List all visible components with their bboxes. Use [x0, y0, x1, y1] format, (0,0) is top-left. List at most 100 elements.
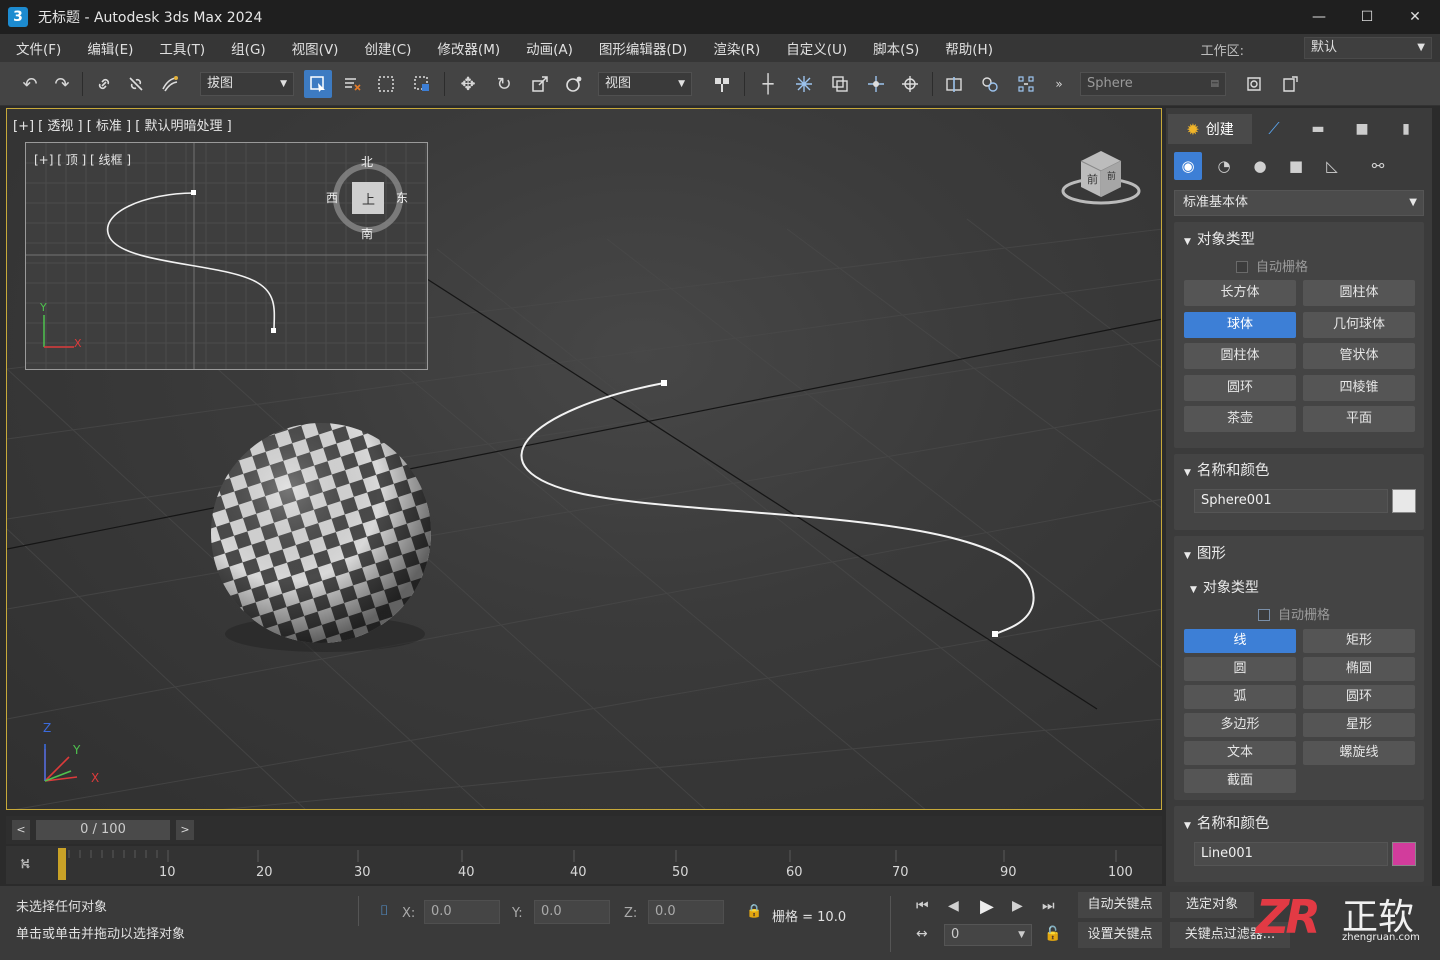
select-object-icon[interactable] [304, 70, 332, 98]
previous-frame-icon[interactable]: ◀ [948, 898, 959, 914]
helpers-icon[interactable]: ◺ [1318, 152, 1346, 180]
section-button[interactable]: 截面 [1184, 769, 1296, 793]
tab-create[interactable]: ✹ 创建 [1168, 114, 1252, 144]
window-crossing-icon[interactable] [408, 70, 436, 98]
line-name-input[interactable]: Line001 [1194, 842, 1388, 866]
helix-button[interactable]: 螺旋线 [1303, 741, 1415, 765]
object-color-swatch[interactable] [1392, 489, 1416, 513]
cameras-icon[interactable]: ■ [1282, 152, 1310, 180]
curve-editor-icon[interactable]: ⛕ [20, 856, 30, 874]
select-by-name-icon[interactable] [338, 70, 366, 98]
scale-icon[interactable] [526, 70, 554, 98]
inset-viewport-label[interactable]: [+] [ 顶 ] [ 线框 ] [34, 151, 131, 168]
tab-modify[interactable]: ⟋ [1252, 114, 1296, 144]
go-to-end-icon[interactable]: ⏭ [1042, 898, 1055, 914]
top-viewport-inset[interactable]: [+] [ 顶 ] [ 线框 ] 北 南 西 东 上 Y X [25, 142, 428, 370]
name-color-title[interactable]: ▼ 名称和颜色 [1184, 459, 1269, 480]
render-setup-icon[interactable] [1240, 70, 1268, 98]
set-key-button[interactable]: 设置关键点 [1078, 922, 1162, 948]
go-to-start-icon[interactable]: ⏮ [916, 898, 929, 914]
x-coord-input[interactable]: 0.0 [424, 900, 500, 924]
angle-snap-icon[interactable] [826, 70, 854, 98]
arc-button[interactable]: 弧 [1184, 685, 1296, 709]
viewcube[interactable]: 前 前 [1059, 147, 1143, 213]
menu-views[interactable]: 视图(V) [279, 38, 352, 58]
cone-button[interactable]: 圆柱体 [1303, 280, 1415, 306]
teapot-button[interactable]: 茶壶 [1184, 406, 1296, 432]
link-icon[interactable] [90, 70, 118, 98]
spinner-snap-icon[interactable] [896, 70, 924, 98]
menu-rendering[interactable]: 渲染(R) [700, 38, 773, 58]
menu-graph-editors[interactable]: 图形编辑器(D) [586, 38, 700, 58]
perspective-viewport[interactable]: Z Y X [+] [ 透视 ] [ 标准 ] [ 默认明暗处理 ] 前 前 [… [6, 108, 1162, 810]
menu-file[interactable]: 文件(F) [3, 38, 74, 58]
shapes-icon[interactable]: ◔ [1210, 152, 1238, 180]
redo-icon[interactable]: ↷ [48, 70, 76, 98]
menu-tools[interactable]: 工具(T) [146, 38, 218, 58]
torus-button[interactable]: 圆环 [1184, 375, 1296, 401]
geometry-icon[interactable]: ◉ [1174, 152, 1202, 180]
bind-spacewarp-icon[interactable] [156, 70, 184, 98]
unlink-icon[interactable] [122, 70, 150, 98]
y-coord-input[interactable]: 0.0 [534, 900, 610, 924]
reference-coord-dropdown[interactable]: 视图 ▼ [598, 72, 692, 96]
tab-hierarchy[interactable]: ▬ [1296, 114, 1340, 144]
move-icon[interactable]: ✥ [454, 70, 482, 98]
viewport-label[interactable]: [+] [ 透视 ] [ 标准 ] [ 默认明暗处理 ] [13, 115, 232, 134]
menu-animation[interactable]: 动画(A) [513, 38, 586, 58]
percent-snap-icon[interactable] [862, 70, 890, 98]
prev-frame-button[interactable]: < [12, 820, 30, 840]
sphere-button[interactable]: 球体 [1184, 312, 1296, 338]
menu-help[interactable]: 帮助(H) [932, 38, 1006, 58]
workspace-dropdown[interactable]: 默认 ▼ [1304, 37, 1432, 59]
shapes-autogrid-checkbox[interactable]: 自动栅格 [1258, 604, 1330, 623]
object-type-title[interactable]: ▼ 对象类型 [1184, 228, 1255, 249]
undo-icon[interactable]: ↶ [16, 70, 44, 98]
key-mode-icon[interactable]: 🔓 [1044, 926, 1061, 942]
lights-icon[interactable]: ● [1246, 152, 1274, 180]
minimize-button[interactable]: — [1296, 0, 1342, 34]
line-button[interactable]: 线 [1184, 629, 1296, 653]
align-icon[interactable] [976, 70, 1004, 98]
menu-customize[interactable]: 自定义(U) [773, 38, 860, 58]
ellipse-button[interactable]: 椭圆 [1303, 657, 1415, 681]
pyramid-button[interactable]: 四棱锥 [1303, 375, 1415, 401]
plane-button[interactable]: 平面 [1303, 406, 1415, 432]
current-frame-input[interactable]: 0 ▼ [944, 924, 1032, 946]
play-icon[interactable]: ▶ [980, 896, 994, 917]
more-icon[interactable]: » [1048, 70, 1070, 98]
name-color-title-2[interactable]: ▼ 名称和颜色 [1184, 812, 1269, 833]
shapes-title[interactable]: ▼ 图形 [1184, 542, 1226, 563]
time-config-icon[interactable]: ↔ [916, 926, 928, 942]
time-slider[interactable]: 0 / 100 [36, 820, 170, 840]
box-button[interactable]: 长方体 [1184, 280, 1296, 306]
ngon-button[interactable]: 多边形 [1184, 713, 1296, 737]
menu-scripting[interactable]: 脚本(S) [860, 38, 932, 58]
close-button[interactable]: ✕ [1392, 0, 1438, 34]
star-button[interactable]: 星形 [1303, 713, 1415, 737]
circle-button[interactable]: 圆 [1184, 657, 1296, 681]
spacewarps-icon[interactable]: ⚯ [1364, 152, 1392, 180]
object-category-dropdown[interactable]: 标准基本体 ▼ [1174, 190, 1424, 216]
selection-filter-dropdown[interactable]: 拔图 ▼ [200, 72, 294, 96]
snap-icon[interactable] [790, 70, 818, 98]
viewcube-top-label[interactable]: 上 [362, 189, 375, 208]
auto-key-button[interactable]: 自动关键点 [1078, 892, 1162, 918]
rect-selection-icon[interactable] [372, 70, 400, 98]
lock-selection-icon[interactable]: ⌷ [380, 903, 388, 919]
selected-object-dropdown[interactable]: 选定对象 [1170, 892, 1254, 918]
line-color-swatch[interactable] [1392, 842, 1416, 866]
render-icon[interactable] [1276, 70, 1304, 98]
tab-display[interactable]: ▮ [1384, 114, 1428, 144]
place-icon[interactable] [560, 70, 588, 98]
menu-modifiers[interactable]: 修改器(M) [424, 38, 513, 58]
shapes-object-type-title[interactable]: ▼ 对象类型 [1190, 577, 1259, 597]
menu-group[interactable]: 组(G) [218, 38, 279, 58]
next-frame-icon[interactable]: ▶ [1012, 898, 1023, 914]
cylinder-button[interactable]: 圆柱体 [1184, 343, 1296, 369]
next-frame-button[interactable]: > [176, 820, 194, 840]
menu-edit[interactable]: 编辑(E) [74, 38, 146, 58]
z-coord-input[interactable]: 0.0 [648, 900, 724, 924]
text-button[interactable]: 文本 [1184, 741, 1296, 765]
object-name-input[interactable]: Sphere001 [1194, 489, 1388, 513]
